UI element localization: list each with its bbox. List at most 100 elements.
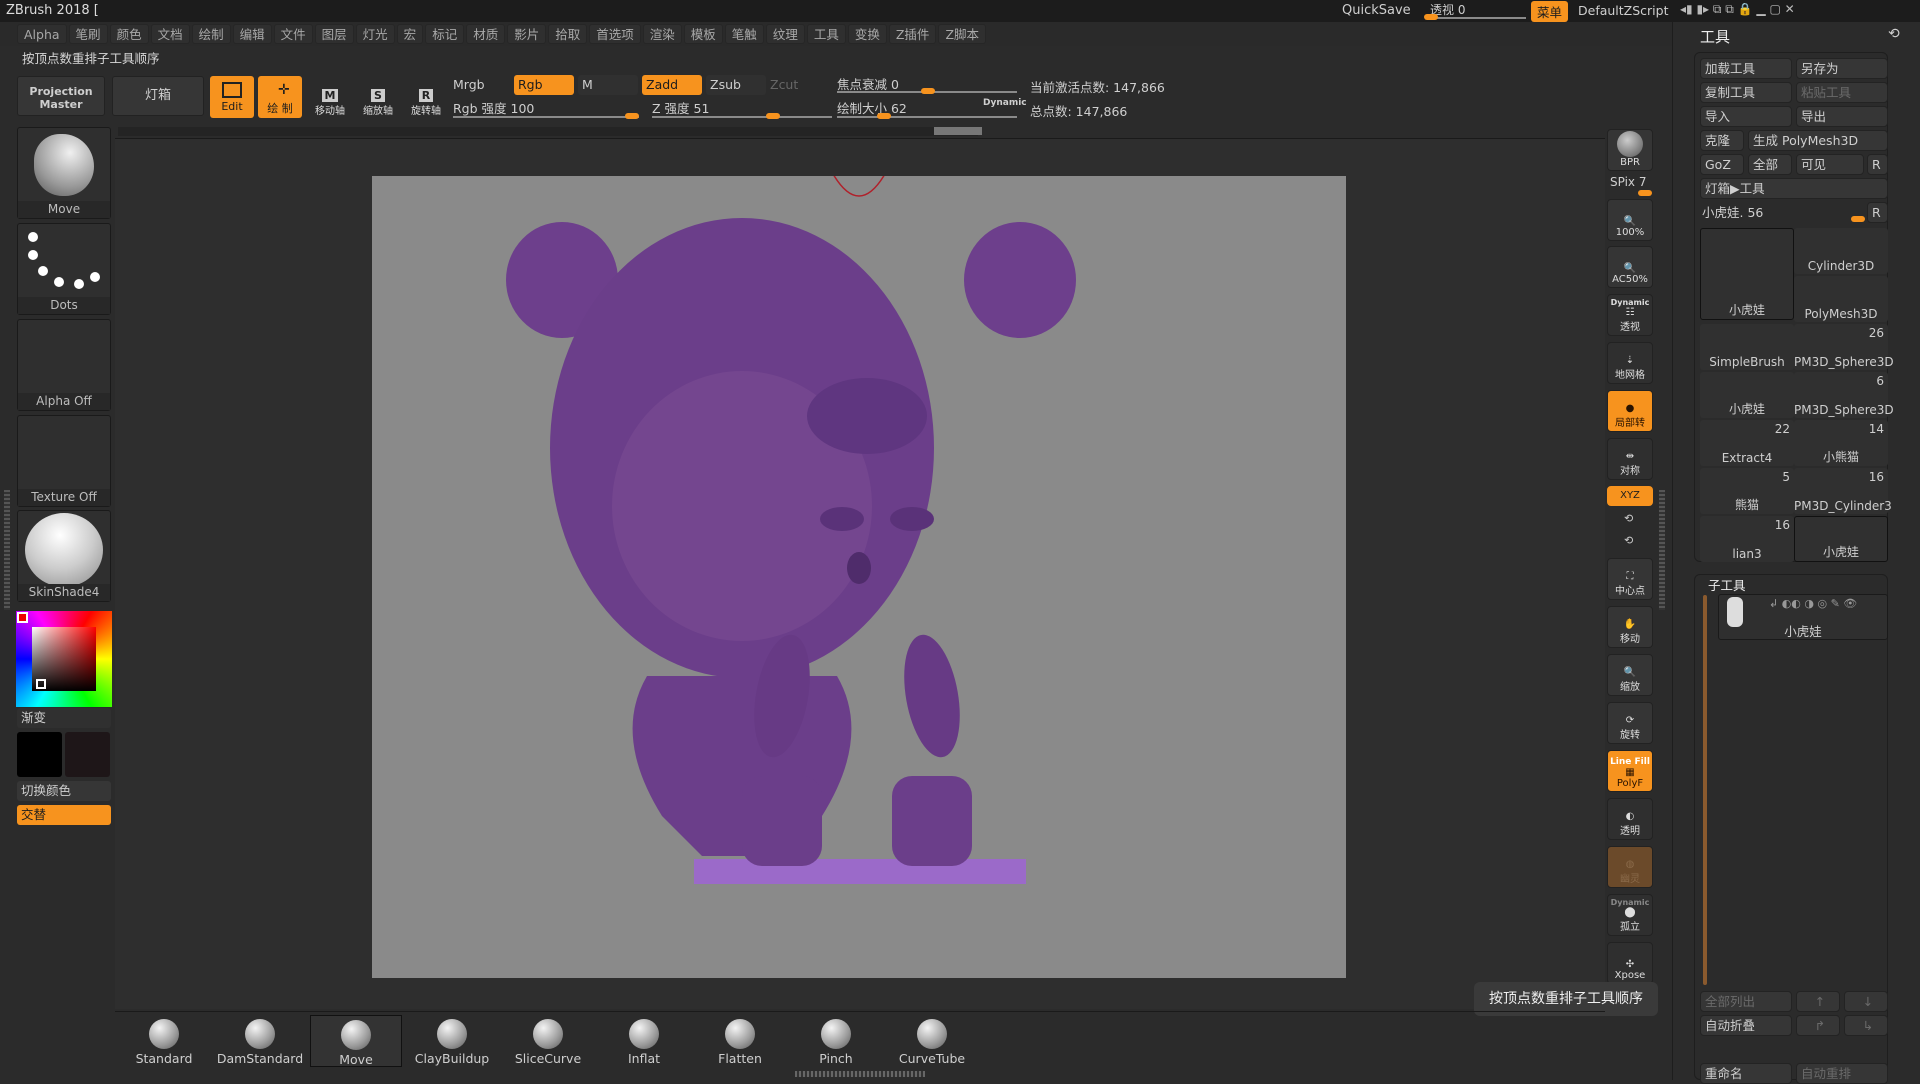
draw-size-track[interactable] — [837, 116, 1017, 118]
subtool-icons[interactable]: ↲ ◐◐ ◑ ◎ ✎ 👁 — [1769, 597, 1857, 610]
tool-thumbnail[interactable]: SimpleBrush — [1700, 324, 1794, 370]
save-as-button[interactable]: 另存为 — [1796, 58, 1888, 79]
brush-claybuildup[interactable]: ClayBuildup — [406, 1015, 498, 1067]
menu-item[interactable]: Z插件 — [888, 24, 937, 44]
right-tray-handle[interactable] — [1659, 490, 1665, 610]
load-tool-button[interactable]: 加载工具 — [1700, 58, 1792, 79]
export-button[interactable]: 导出 — [1796, 106, 1888, 127]
tool-thumbnail[interactable]: 16 PM3D_Cylinder3 — [1794, 468, 1892, 514]
menu-item[interactable]: 拾取 — [548, 24, 588, 44]
auto-collapse-button[interactable]: 自动折叠 — [1700, 1015, 1792, 1036]
bottom-tray-handle[interactable] — [795, 1071, 925, 1077]
brush-curvetube[interactable]: CurveTube — [886, 1015, 978, 1067]
edit-button[interactable]: Edit — [210, 76, 254, 118]
menu-item[interactable]: 宏 — [396, 24, 424, 44]
spix-slider[interactable]: SPix 7 — [1610, 175, 1646, 189]
menu-item[interactable]: 灯光 — [355, 24, 395, 44]
tool-thumbnail[interactable]: 5 熊猫 — [1700, 468, 1794, 514]
make-polymesh-button[interactable]: 生成 PolyMesh3D — [1748, 130, 1888, 151]
stroke-thumbnail[interactable]: Dots — [17, 223, 111, 315]
move-down-button[interactable]: ↓ — [1844, 991, 1888, 1012]
tool-thumbnail[interactable]: 小虎娃 — [1794, 516, 1888, 562]
menu-item[interactable]: 编辑 — [232, 24, 272, 44]
clone-button[interactable]: 克隆 — [1700, 130, 1744, 151]
menu-item[interactable]: 渲染 — [642, 24, 682, 44]
current-tool-knob[interactable] — [1851, 216, 1865, 222]
rgb-intensity-knob[interactable] — [625, 113, 639, 119]
shelf-scroll-handle[interactable] — [934, 127, 982, 135]
ghost-button[interactable]: ◍ 幽灵 — [1607, 846, 1653, 888]
menu-item[interactable]: 图层 — [314, 24, 354, 44]
m-button[interactable]: M — [578, 75, 638, 95]
tool-thumbnail[interactable]: 6 PM3D_Sphere3D — [1794, 372, 1894, 418]
color-picker[interactable] — [16, 611, 112, 707]
menu-item[interactable]: 纹理 — [765, 24, 805, 44]
menu-item[interactable]: 文档 — [150, 24, 190, 44]
arrow-right-button[interactable]: ↱ — [1796, 1015, 1840, 1036]
goz-r-button[interactable]: R — [1867, 154, 1888, 175]
rotate-axis-button[interactable]: R 旋转轴 — [403, 74, 449, 120]
menu-item[interactable]: 首选项 — [589, 24, 641, 44]
tool-thumbnail[interactable]: 小虎娃 — [1700, 228, 1794, 320]
menu-item[interactable]: 变换 — [847, 24, 887, 44]
brush-thumbnail[interactable]: Move — [17, 127, 111, 219]
aahalf-button[interactable]: 🔍 AC50% — [1607, 246, 1653, 288]
rotate-y-icon[interactable]: ⟲ — [1624, 512, 1633, 525]
brush-slicecurve[interactable]: SliceCurve — [502, 1015, 594, 1067]
scale-axis-button[interactable]: S 缩放轴 — [355, 74, 401, 120]
move-up-button[interactable]: ↑ — [1796, 991, 1840, 1012]
auto-reorder-button[interactable]: 自动重排 — [1796, 1063, 1888, 1084]
subtool-item[interactable]: ↲ ◐◐ ◑ ◎ ✎ 👁 小虎娃 — [1718, 594, 1888, 640]
canvas[interactable] — [372, 155, 1346, 978]
bpr-button[interactable]: BPR — [1607, 129, 1653, 171]
material-thumbnail[interactable]: SkinShade4 — [17, 510, 111, 602]
projection-master-button[interactable]: Projection Master — [17, 76, 105, 116]
menu-button[interactable]: 菜单 — [1531, 1, 1569, 22]
solo-button[interactable]: Dynamic ⬤ 孤立 — [1607, 894, 1653, 936]
perspective-knob[interactable] — [1424, 14, 1438, 20]
switch-color-button[interactable]: 切换颜色 — [17, 781, 111, 801]
xyz-button[interactable]: XYZ — [1607, 486, 1653, 506]
brush-move[interactable]: Move — [310, 1015, 402, 1067]
transparency-button[interactable]: ◐ 透明 — [1607, 798, 1653, 840]
menu-item[interactable]: 模板 — [683, 24, 723, 44]
move-axis-button[interactable]: M 移动轴 — [307, 74, 353, 120]
z-intensity-track[interactable] — [652, 116, 832, 118]
local-transform-button[interactable]: ● 局部转 — [1607, 390, 1653, 432]
menu-item[interactable]: 颜色 — [109, 24, 149, 44]
brush-inflat[interactable]: Inflat — [598, 1015, 690, 1067]
alternate-button[interactable]: 交替 — [17, 805, 111, 825]
copy-tool-button[interactable]: 复制工具 — [1700, 82, 1792, 103]
brush-pinch[interactable]: Pinch — [790, 1015, 882, 1067]
hue-marker[interactable] — [17, 612, 28, 623]
menu-item[interactable]: 标记 — [425, 24, 465, 44]
tool-thumbnail[interactable]: 26 PM3D_Sphere3D — [1794, 324, 1894, 370]
zadd-button[interactable]: Zadd — [642, 75, 702, 95]
menu-item[interactable]: 笔刷 — [68, 24, 108, 44]
frame-button[interactable]: ⛶ 中心点 — [1607, 558, 1653, 600]
rotate-z-icon[interactable]: ⟲ — [1624, 534, 1633, 547]
polyframe-button[interactable]: Line Fill ▦ PolyF — [1607, 750, 1653, 792]
arrow-down-right-button[interactable]: ↳ — [1844, 1015, 1888, 1036]
texture-thumbnail[interactable]: Texture Off — [17, 415, 111, 507]
quicksave-button[interactable]: QuickSave — [1342, 3, 1411, 18]
xpose-button[interactable]: ✣ Xpose — [1607, 942, 1653, 984]
current-tool-slider[interactable]: 小虎娃. 56 — [1702, 202, 1763, 221]
left-tray-handle[interactable] — [4, 490, 10, 610]
actual-size-button[interactable]: 🔍 100% — [1607, 199, 1653, 241]
brush-standard[interactable]: Standard — [118, 1015, 210, 1067]
z-intensity-slider[interactable]: Z 强度 51 — [652, 98, 709, 117]
tool-r-button[interactable]: R — [1867, 202, 1888, 223]
rgb-intensity-slider[interactable]: Rgb 强度 100 — [453, 98, 534, 117]
reset-icon[interactable]: ⟲ — [1888, 26, 1900, 42]
rotate-view-button[interactable]: ⟳ 旋转 — [1607, 702, 1653, 744]
secondary-color-swatch[interactable] — [65, 732, 110, 777]
tool-thumbnail[interactable]: Cylinder3D — [1794, 228, 1888, 274]
rgb-intensity-track[interactable] — [453, 116, 639, 118]
tool-thumbnail[interactable]: 小虎娃 — [1700, 372, 1794, 418]
tool-thumbnail[interactable]: 22 Extract4 — [1700, 420, 1794, 466]
gradient-button[interactable]: 渐变 — [17, 708, 111, 728]
focal-shift-knob[interactable] — [921, 88, 935, 94]
brush-flatten[interactable]: Flatten — [694, 1015, 786, 1067]
menu-item[interactable]: 材质 — [466, 24, 506, 44]
